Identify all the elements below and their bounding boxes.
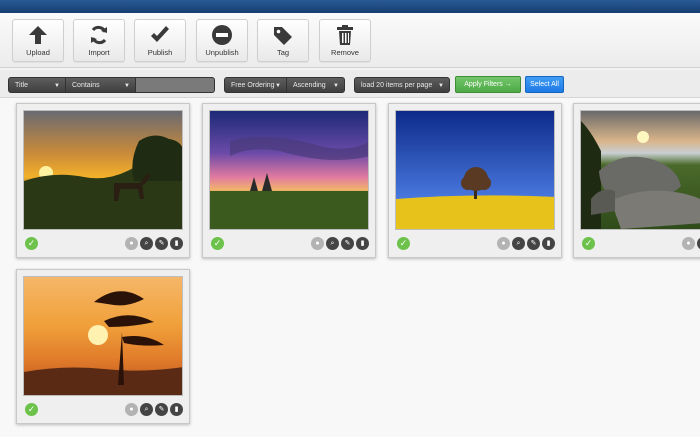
published-check-icon[interactable]: ✓ bbox=[211, 237, 224, 250]
media-card[interactable]: ✓ ●⌕✎▮ bbox=[16, 103, 190, 258]
remove-label: Remove bbox=[331, 48, 359, 57]
trash-icon[interactable]: ▮ bbox=[542, 237, 555, 250]
tag-button[interactable]: Tag bbox=[257, 19, 309, 62]
trash-icon[interactable]: ▮ bbox=[170, 237, 183, 250]
media-card[interactable]: ✓ ●⌕✎▮ bbox=[388, 103, 562, 258]
upload-arrow-icon bbox=[29, 26, 47, 44]
ordering-select[interactable]: Free Ordering ▼ bbox=[224, 77, 287, 93]
card-actions: ●⌕✎▮ bbox=[123, 403, 183, 416]
tag-icon[interactable]: ● bbox=[497, 237, 510, 250]
edit-icon[interactable]: ✎ bbox=[155, 237, 168, 250]
chevron-down-icon: ▼ bbox=[333, 83, 339, 89]
minus-circle-icon bbox=[212, 25, 232, 45]
media-card[interactable]: ✓ ●⌕✎▮ bbox=[16, 269, 190, 424]
upload-button[interactable]: Upload bbox=[12, 19, 64, 62]
per-page-value: load 20 items per page bbox=[361, 82, 433, 89]
media-thumbnail[interactable] bbox=[580, 110, 700, 230]
unpublish-label: Unpublish bbox=[205, 48, 239, 57]
filter-field-value: Title bbox=[15, 82, 28, 89]
card-actions: ●⌕✎▮ bbox=[123, 237, 183, 250]
app-header-bar bbox=[0, 0, 700, 13]
published-check-icon[interactable]: ✓ bbox=[25, 237, 38, 250]
select-all-button[interactable]: Select All bbox=[525, 76, 564, 93]
checkmark-icon bbox=[151, 26, 169, 42]
tag-icon[interactable]: ● bbox=[125, 403, 138, 416]
published-check-icon[interactable]: ✓ bbox=[397, 237, 410, 250]
zoom-icon[interactable]: ⌕ bbox=[326, 237, 339, 250]
refresh-icon bbox=[91, 25, 107, 45]
trash-icon bbox=[337, 25, 353, 45]
tag-icon[interactable]: ● bbox=[311, 237, 324, 250]
tag-icon[interactable]: ● bbox=[125, 237, 138, 250]
tag-icon[interactable]: ● bbox=[682, 237, 695, 250]
published-check-icon[interactable]: ✓ bbox=[25, 403, 38, 416]
tag-label: Tag bbox=[276, 48, 290, 57]
ordering-value: Free Ordering bbox=[231, 82, 275, 89]
photo-purple-sunset bbox=[210, 111, 368, 229]
import-button[interactable]: Import bbox=[73, 19, 125, 62]
per-page-select[interactable]: load 20 items per page ▼ bbox=[354, 77, 450, 93]
card-actions: ●⌕✎▮ bbox=[680, 237, 700, 250]
zoom-icon[interactable]: ⌕ bbox=[140, 403, 153, 416]
media-thumbnail[interactable] bbox=[23, 110, 183, 230]
media-thumbnail[interactable] bbox=[23, 276, 183, 396]
zoom-icon[interactable]: ⌕ bbox=[140, 237, 153, 250]
chevron-down-icon: ▼ bbox=[438, 83, 444, 89]
media-grid: ✓ ● ⌕ ✎ ▮ ✓ ● ⌕ ✎ ▮ ✓ ● ⌕ ✎ ▮ ✓ ● ✓ ● ⌕ … bbox=[0, 98, 700, 437]
direction-select[interactable]: Ascending ▼ bbox=[287, 77, 345, 93]
media-thumbnail[interactable] bbox=[395, 110, 555, 230]
trash-icon[interactable]: ▮ bbox=[356, 237, 369, 250]
chevron-down-icon: ▼ bbox=[54, 83, 60, 89]
published-check-icon[interactable]: ✓ bbox=[582, 237, 595, 250]
media-card[interactable]: ✓ ●⌕✎▮ bbox=[202, 103, 376, 258]
remove-button[interactable]: Remove bbox=[319, 19, 371, 62]
photo-tree-rapeseed bbox=[396, 111, 554, 229]
card-actions: ●⌕✎▮ bbox=[495, 237, 555, 250]
filter-field-select[interactable]: Title ▼ bbox=[8, 77, 66, 93]
trash-icon[interactable]: ▮ bbox=[170, 403, 183, 416]
apply-filters-button[interactable]: Apply Filters → bbox=[455, 76, 521, 93]
filter-search-input[interactable] bbox=[136, 77, 215, 93]
unpublish-button[interactable]: Unpublish bbox=[196, 19, 248, 62]
photo-pine-silhouette bbox=[24, 277, 182, 395]
direction-value: Ascending bbox=[293, 82, 326, 89]
media-thumbnail[interactable] bbox=[209, 110, 369, 230]
photo-sunset-deer bbox=[24, 111, 182, 229]
photo-rocks-sunset bbox=[581, 111, 700, 229]
chevron-down-icon: ▼ bbox=[275, 83, 281, 89]
chevron-down-icon: ▼ bbox=[124, 83, 130, 89]
import-label: Import bbox=[88, 48, 110, 57]
publish-button[interactable]: Publish bbox=[134, 19, 186, 62]
edit-icon[interactable]: ✎ bbox=[527, 237, 540, 250]
media-card[interactable]: ✓ ●⌕✎▮ bbox=[573, 103, 700, 258]
card-actions: ●⌕✎▮ bbox=[309, 237, 369, 250]
publish-label: Publish bbox=[147, 48, 173, 57]
toolbar: Upload Import Publish Unpublish Tag Remo… bbox=[0, 13, 700, 68]
filter-operator-value: Contains bbox=[72, 82, 100, 89]
upload-label: Upload bbox=[26, 48, 50, 57]
zoom-icon[interactable]: ⌕ bbox=[512, 237, 525, 250]
tag-icon bbox=[274, 27, 292, 45]
edit-icon[interactable]: ✎ bbox=[155, 403, 168, 416]
filter-operator-select[interactable]: Contains ▼ bbox=[66, 77, 136, 93]
filter-bar: Title ▼ Contains ▼ Free Ordering ▼ Ascendin… bbox=[0, 70, 700, 98]
edit-icon[interactable]: ✎ bbox=[341, 237, 354, 250]
